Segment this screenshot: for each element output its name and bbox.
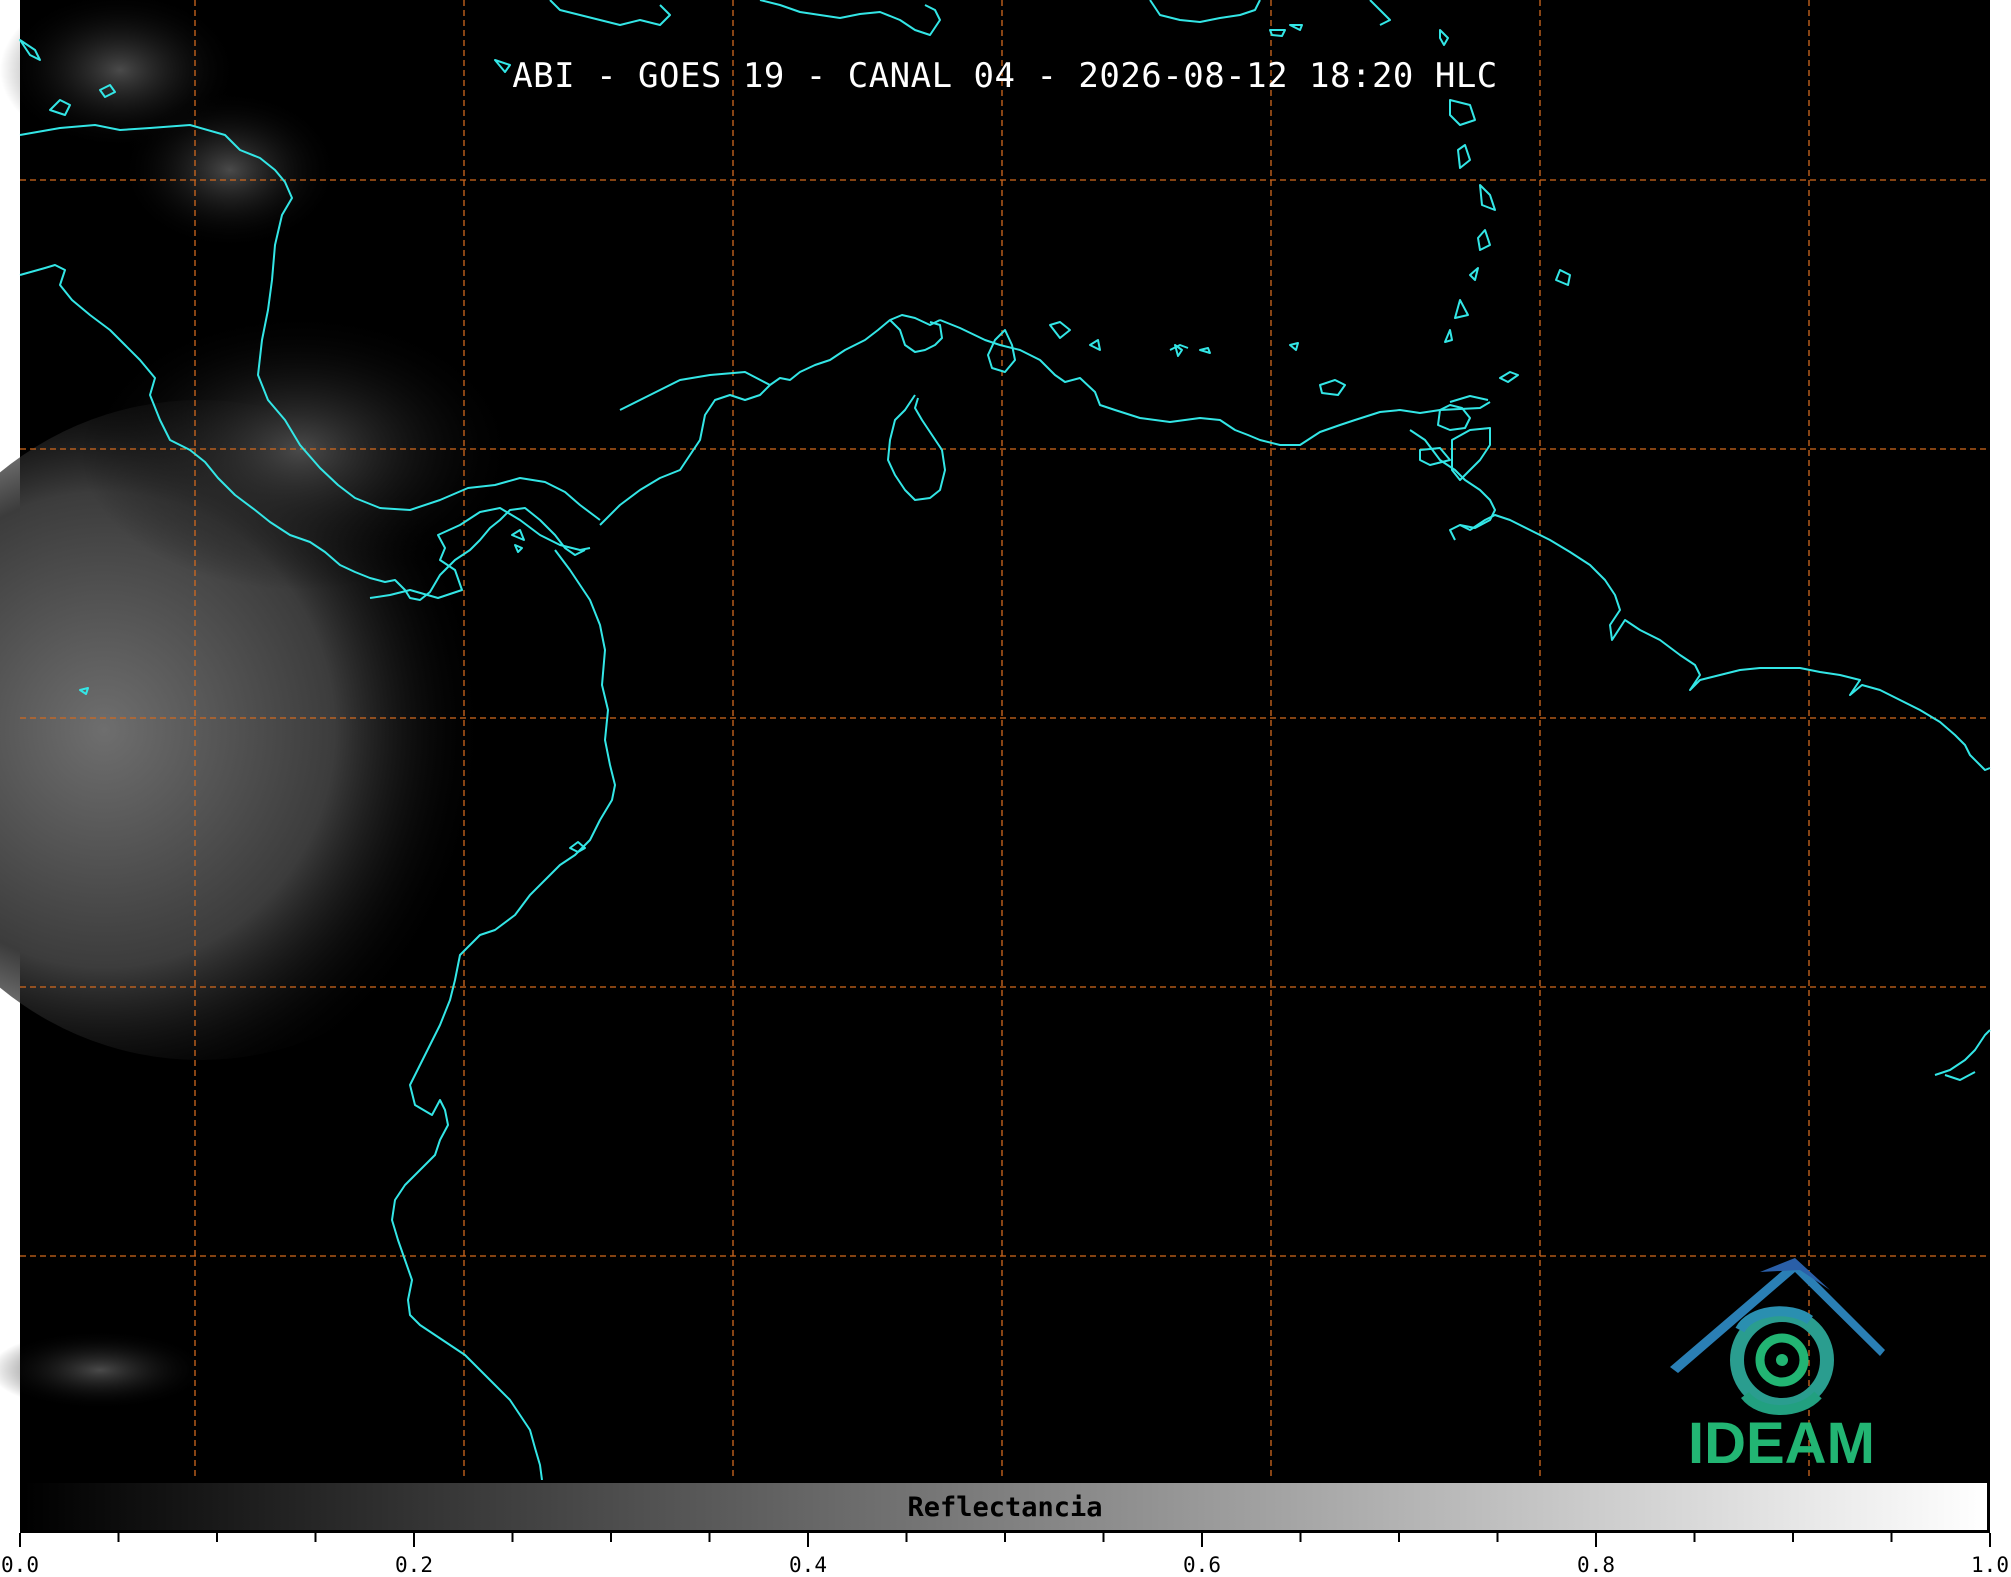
- colorbar-label: Reflectancia: [907, 1492, 1103, 1523]
- ideam-logo-text: IDEAM: [1688, 1411, 1875, 1476]
- colorbar-tick-label: 0.2: [395, 1553, 433, 1577]
- colorbar-tick-label: 0.4: [789, 1553, 827, 1577]
- colorbar-tick-label: 1.0: [1971, 1553, 2009, 1577]
- colorbar-tick-label: 0.8: [1577, 1553, 1615, 1577]
- satellite-map: [0, 0, 1991, 1480]
- colorbar-tick-label: 0.6: [1183, 1553, 1221, 1577]
- colorbar-tick-label: 0.0: [1, 1553, 39, 1577]
- colorbar-ticks: [19, 1533, 1991, 1547]
- map-title: ABI - GOES 19 - CANAL 04 - 2026-08-12 18…: [512, 56, 1498, 96]
